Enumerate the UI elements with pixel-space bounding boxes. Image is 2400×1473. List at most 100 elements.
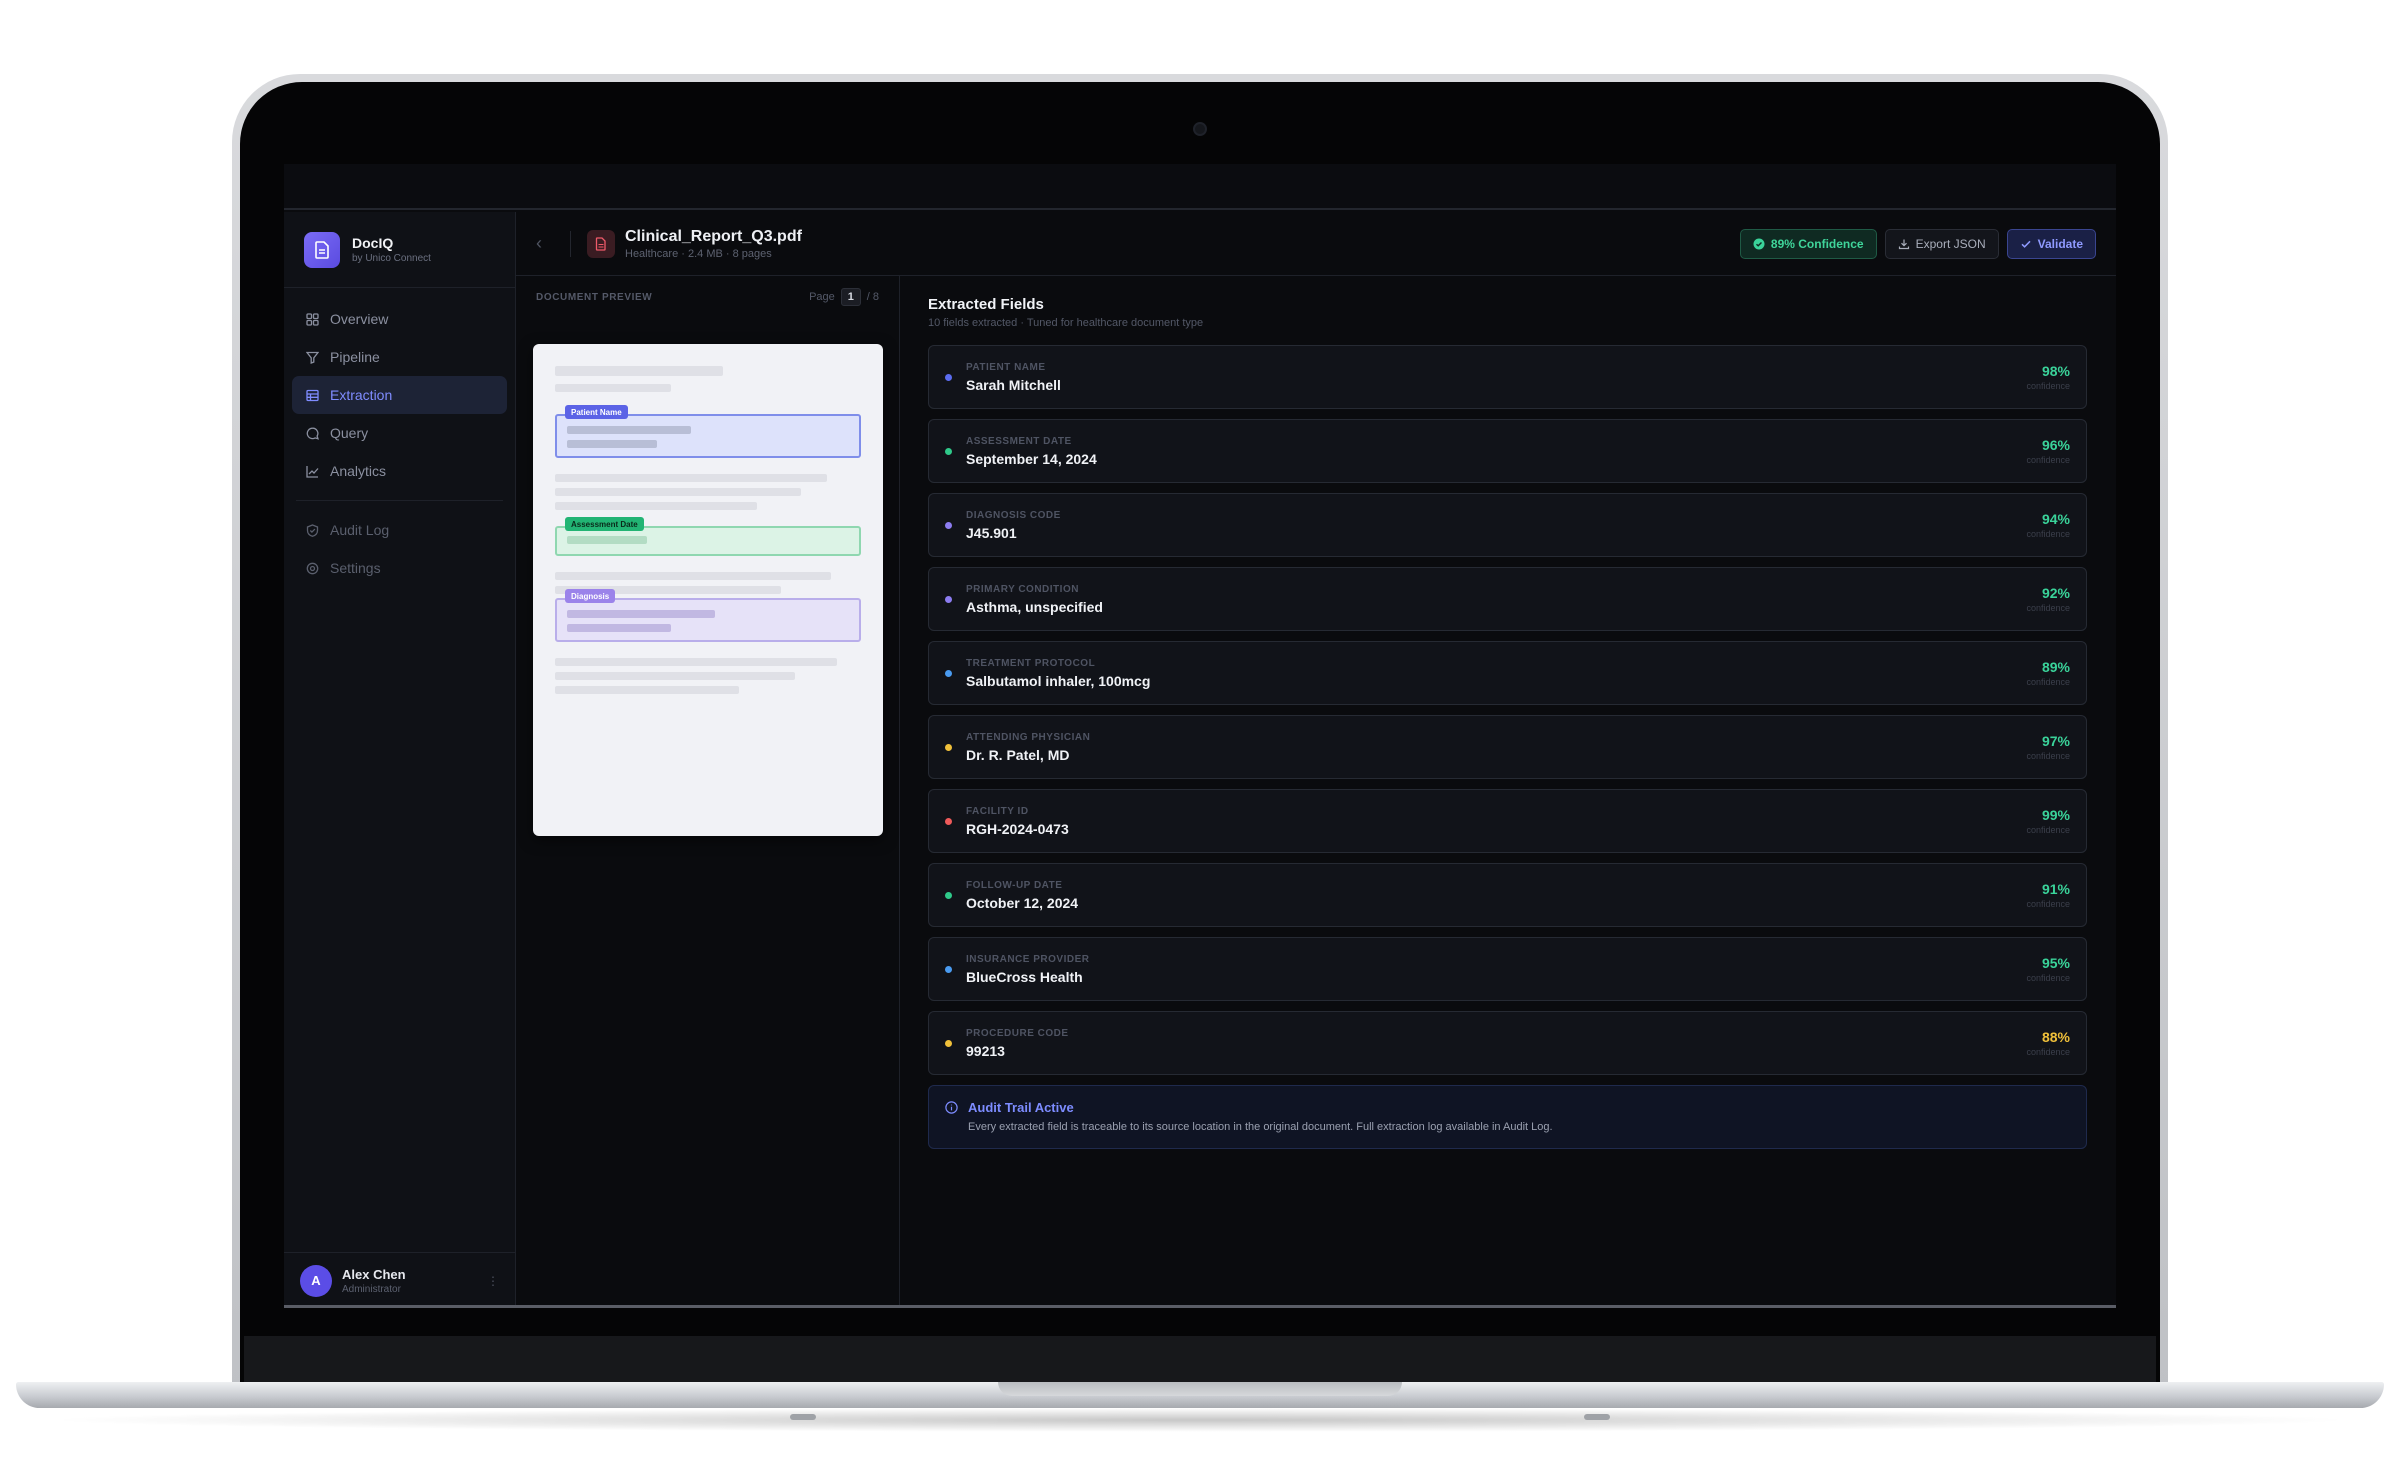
field-value: September 14, 2024 xyxy=(966,450,1097,467)
nav-divider xyxy=(296,500,503,501)
document-preview-panel: DOCUMENT PREVIEW Page 1 / 8 Patient Name xyxy=(516,276,900,1308)
confidence-caption: confidence xyxy=(2026,529,2070,539)
audit-title: Audit Trail Active xyxy=(968,1100,1074,1115)
highlight-diagnosis[interactable]: Diagnosis xyxy=(555,589,861,642)
doc-line xyxy=(555,502,757,510)
field-row[interactable]: PRIMARY CONDITION Asthma, unspecified 92% c… xyxy=(928,567,2087,631)
field-value: J45.901 xyxy=(966,524,1017,541)
sidebar-item-query[interactable]: Query xyxy=(292,414,507,452)
field-label: FACILITY ID xyxy=(966,805,1029,817)
more-options-icon[interactable]: ⋮ xyxy=(487,1274,499,1288)
document-page[interactable]: Patient Name Assessment Date Diagnosis xyxy=(533,344,883,836)
field-confidence: 91% xyxy=(2041,881,2070,897)
chat-icon xyxy=(304,425,320,441)
field-row[interactable]: FACILITY ID RGH-2024-0473 99% confidence xyxy=(928,789,2087,853)
check-icon xyxy=(2020,238,2032,250)
field-row[interactable]: PATIENT NAME Sarah Mitchell 98% confidence xyxy=(928,345,2087,409)
header-divider xyxy=(570,230,571,257)
check-circle-icon xyxy=(1753,238,1765,250)
doc-line xyxy=(555,672,795,680)
status-dot xyxy=(945,743,952,751)
sidebar-item-label: Audit Log xyxy=(330,522,390,538)
field-confidence: 98% xyxy=(2041,363,2070,379)
grid-icon xyxy=(304,311,320,327)
sidebar-item-label: Extraction xyxy=(330,387,393,403)
field-confidence: 94% xyxy=(2041,511,2070,527)
sidebar-item-label: Pipeline xyxy=(330,349,380,365)
field-confidence: 95% xyxy=(2041,955,2070,971)
doc-line xyxy=(567,536,647,544)
field-value: Sarah Mitchell xyxy=(966,376,1061,393)
highlight-patient-name[interactable]: Patient Name xyxy=(555,405,861,458)
app-window: DocIQ by Unico Connect Overview Pipeline xyxy=(284,212,2116,1308)
field-confidence: 92% xyxy=(2041,585,2070,601)
confidence-caption: confidence xyxy=(2026,381,2070,391)
confidence-label: 89% Confidence xyxy=(1770,236,1864,251)
field-row[interactable]: TREATMENT PROTOCOL Salbutamol inhaler, 10… xyxy=(928,641,2087,705)
main-panel: ‹ Clinical_Report_Q3.pdf Healthcare · 2.… xyxy=(516,212,2116,1308)
sidebar-item-pipeline[interactable]: Pipeline xyxy=(292,338,507,376)
field-row[interactable]: DIAGNOSIS CODE J45.901 94% confidence xyxy=(928,493,2087,557)
brand[interactable]: DocIQ by Unico Connect xyxy=(284,212,515,288)
chart-icon xyxy=(304,463,320,479)
field-row[interactable]: PROCEDURE CODE 99213 88% confidence xyxy=(928,1011,2087,1075)
status-dot xyxy=(945,595,952,603)
sidebar-item-extraction[interactable]: Extraction xyxy=(292,376,507,414)
tag-diagnosis: Diagnosis xyxy=(565,589,616,603)
page-number-input[interactable]: 1 xyxy=(840,288,861,306)
download-icon xyxy=(1898,238,1910,250)
field-value: 99213 xyxy=(966,1042,1005,1059)
brand-name: DocIQ xyxy=(352,235,394,251)
sidebar-item-settings[interactable]: Settings xyxy=(292,549,507,587)
field-confidence: 96% xyxy=(2041,437,2070,453)
sidebar-item-audit-log[interactable]: Audit Log xyxy=(292,511,507,549)
tag-patient-name: Patient Name xyxy=(565,405,628,419)
confidence-caption: confidence xyxy=(2026,455,2070,465)
pdf-file-icon xyxy=(587,229,615,258)
highlight-assessment-date[interactable]: Assessment Date xyxy=(555,517,861,556)
field-row[interactable]: INSURANCE PROVIDER BlueCross Health 95% con… xyxy=(928,937,2087,1001)
field-row[interactable]: ATTENDING PHYSICIAN Dr. R. Patel, MD 97% co… xyxy=(928,715,2087,779)
doc-line xyxy=(555,488,801,496)
sidebar-item-overview[interactable]: Overview xyxy=(292,300,507,338)
doc-line xyxy=(555,658,837,666)
field-label: PATIENT NAME xyxy=(966,361,1046,373)
status-dot xyxy=(945,891,952,899)
camera-icon xyxy=(1193,122,1207,136)
laptop-foot xyxy=(790,1414,816,1420)
doc-line xyxy=(555,686,739,694)
confidence-badge: 89% Confidence xyxy=(1739,228,1877,259)
user-name: Alex Chen xyxy=(342,1266,406,1282)
validate-label: Validate xyxy=(2037,236,2083,251)
preview-header: DOCUMENT PREVIEW Page 1 / 8 xyxy=(516,282,899,312)
doc-line xyxy=(567,624,671,632)
field-value: Dr. R. Patel, MD xyxy=(966,746,1070,763)
confidence-caption: confidence xyxy=(2026,603,2070,613)
doc-title-bar xyxy=(555,366,723,376)
validate-button[interactable]: Validate xyxy=(2006,228,2096,259)
field-label: TREATMENT PROTOCOL xyxy=(966,657,1096,669)
user-profile[interactable]: A Alex Chen Administrator ⋮ xyxy=(284,1252,515,1308)
sidebar-item-label: Settings xyxy=(330,560,381,576)
brand-subtitle: by Unico Connect xyxy=(352,253,431,264)
status-dot xyxy=(945,1039,952,1047)
sidebar-item-analytics[interactable]: Analytics xyxy=(292,452,507,490)
filter-icon xyxy=(304,349,320,365)
confidence-caption: confidence xyxy=(2026,1047,2070,1057)
page-navigator: Page 1 / 8 xyxy=(809,288,879,306)
status-dot xyxy=(945,669,952,677)
sidebar-item-label: Overview xyxy=(330,311,389,327)
fields-title: Extracted Fields xyxy=(928,296,1044,313)
field-label: PRIMARY CONDITION xyxy=(966,583,1079,595)
field-row[interactable]: FOLLOW-UP DATE October 12, 2024 91% confide… xyxy=(928,863,2087,927)
field-label: DIAGNOSIS CODE xyxy=(966,509,1061,521)
chevron-left-icon[interactable]: ‹ xyxy=(536,233,552,254)
sidebar-nav: Overview Pipeline Extraction Query Analy… xyxy=(284,288,515,599)
status-dot xyxy=(945,965,952,973)
field-value: Asthma, unspecified xyxy=(966,598,1103,615)
doc-line xyxy=(567,440,657,448)
audit-text: Every extracted field is traceable to it… xyxy=(968,1121,1553,1133)
field-row[interactable]: ASSESSMENT DATE September 14, 2024 96% conf… xyxy=(928,419,2087,483)
info-icon xyxy=(945,1101,958,1119)
export-json-button[interactable]: Export JSON xyxy=(1884,228,1999,259)
